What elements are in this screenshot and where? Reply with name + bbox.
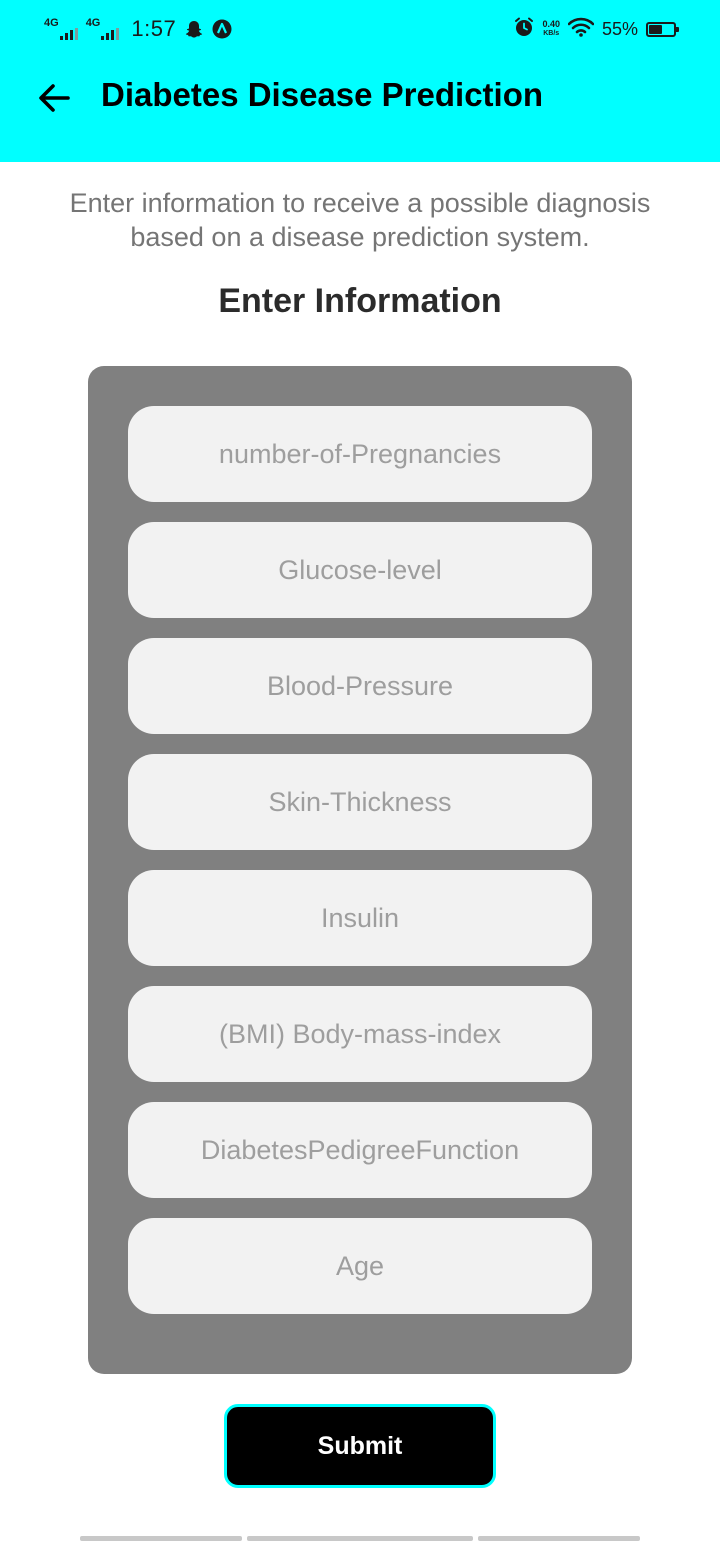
nav-bar-segment[interactable] (478, 1536, 640, 1541)
pregnancies-input[interactable] (128, 406, 592, 502)
status-right: 0.40 KB/s 55% (514, 12, 680, 46)
wifi-icon (567, 17, 595, 42)
nav-bar-segment[interactable] (247, 1536, 473, 1541)
toolbar: Diabetes Disease Prediction (0, 58, 720, 138)
glucose-input[interactable] (128, 522, 592, 618)
status-time: 1:57 (131, 16, 177, 41)
battery-fill (649, 24, 663, 34)
network-speed-value: 0.40 (542, 19, 560, 29)
signal-icon: 4G (44, 18, 78, 40)
battery-percent: 55% (601, 18, 638, 39)
submit-button[interactable]: Submit (224, 1404, 496, 1488)
app-notification-icon (212, 19, 232, 39)
page-title: Diabetes Disease Prediction (101, 76, 544, 113)
insulin-input[interactable] (128, 870, 592, 966)
arrow-left-icon (39, 84, 70, 112)
nav-bar-segment[interactable] (80, 1536, 242, 1541)
back-button[interactable] (34, 78, 74, 118)
network-type-label: 4G (44, 17, 59, 29)
intro-text: Enter information to receive a possible … (69, 188, 651, 252)
alarm-icon (514, 17, 534, 42)
network-type-label: 4G (85, 17, 101, 29)
pedigree-function-input[interactable] (128, 1102, 592, 1198)
signal-icon: 4G (86, 18, 120, 40)
blood-pressure-input[interactable] (128, 638, 592, 734)
app-bar: 4G 4G 1:57 0.40 KB/s 55% Diabetes Diseas… (0, 0, 720, 162)
network-speed: 0.40 KB/s (542, 20, 560, 38)
skin-thickness-input[interactable] (128, 754, 592, 850)
form-heading: Enter Information (218, 282, 502, 320)
age-input[interactable] (128, 1218, 592, 1314)
bmi-input[interactable] (128, 986, 592, 1082)
status-left: 4G 4G 1:57 (44, 12, 232, 46)
battery-icon (646, 21, 679, 37)
form-card (88, 366, 632, 1374)
status-bar: 4G 4G 1:57 0.40 KB/s 55% (0, 0, 720, 58)
snapchat-icon (184, 19, 204, 39)
network-speed-unit: KB/s (543, 30, 560, 37)
